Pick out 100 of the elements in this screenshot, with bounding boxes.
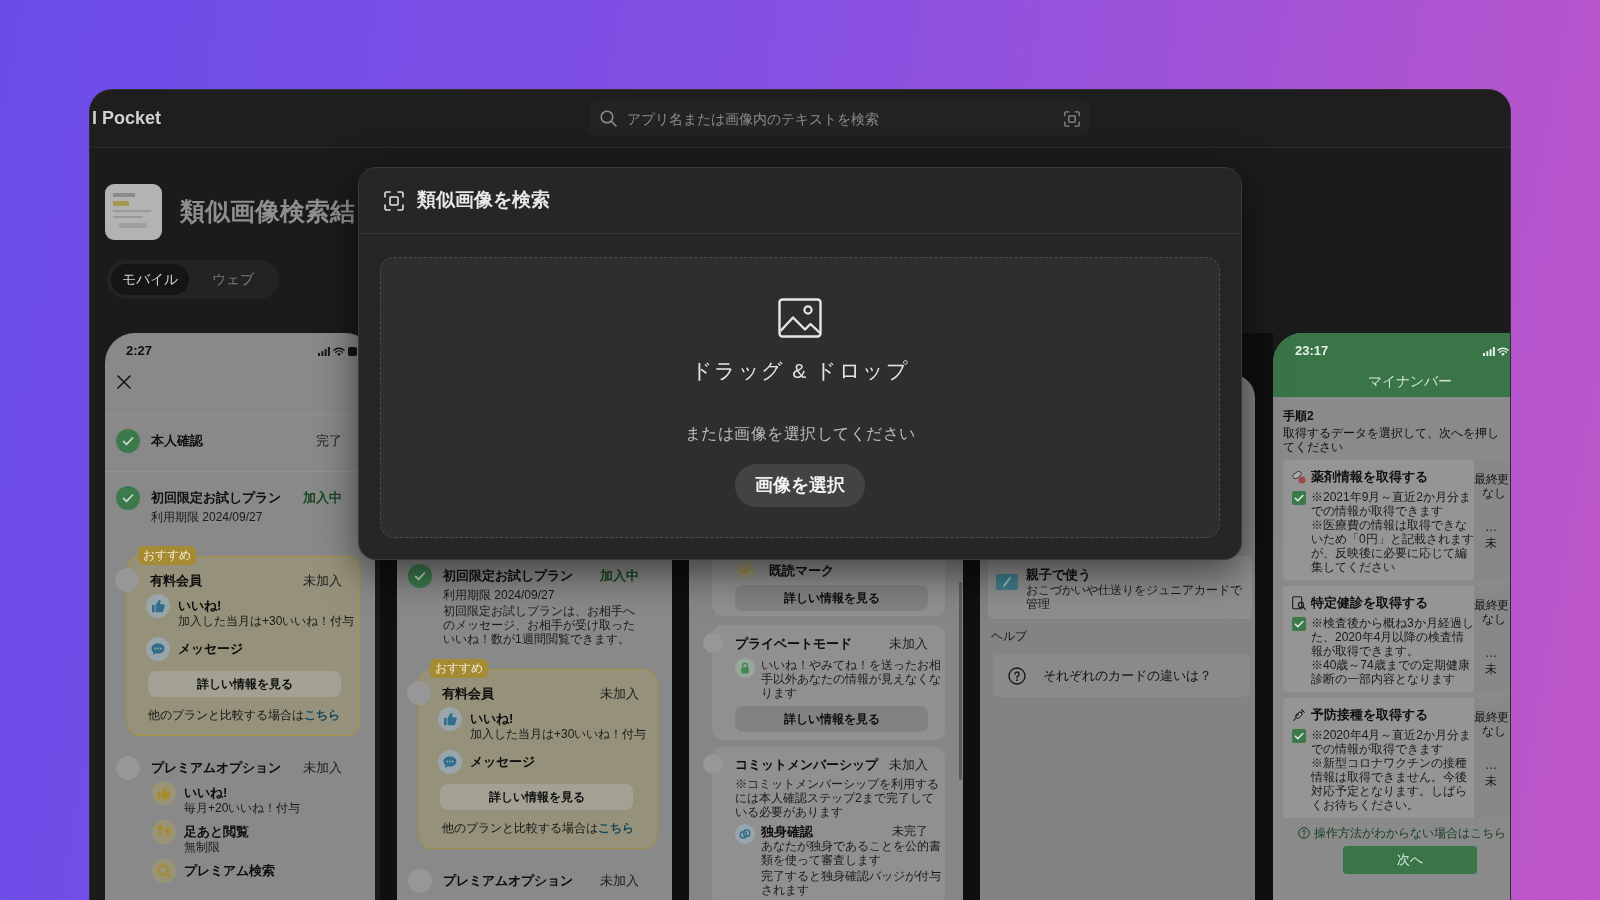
feature-title: メッセージ (178, 640, 243, 657)
thumbs-up-icon (146, 594, 170, 618)
menu-title: 親子で使う (1026, 566, 1091, 583)
last-updated-label: 最終更 (1474, 710, 1509, 724)
feature-title: 既読マーク (769, 561, 834, 579)
last-updated-label: 最終更 (1474, 598, 1509, 612)
scan-icon[interactable] (1064, 110, 1080, 127)
step-status: 完了 (316, 432, 342, 450)
step-title: 初回限定お試しプラン (443, 567, 573, 585)
details-button[interactable]: 詳しい情報を見る (440, 784, 633, 810)
option-title: 薬剤情報を取得する (1311, 468, 1428, 485)
feature-note: 加入した当月は+30いいね！付与 (470, 727, 647, 742)
menu-card[interactable]: 親子で使う おこづかいや仕送りをジュニアカードで管理 (988, 556, 1252, 619)
search-field[interactable]: アプリ名または画像内のテキストを検索 (589, 100, 1090, 137)
status-time: 23:17 (1295, 342, 1329, 361)
document-search-icon (1292, 595, 1306, 610)
checkbox[interactable] (1292, 617, 1306, 631)
thumbs-up-icon (152, 781, 176, 805)
step-title: 初回限定お試しプラン (151, 489, 281, 507)
more-text: … (1485, 758, 1497, 772)
drop-hint: または画像を選択してください (684, 424, 916, 444)
step-note: 利用期限 2024/09/27 (151, 510, 263, 525)
feature-title: いいね! (178, 597, 222, 614)
step-title: 本人確認 (151, 432, 203, 450)
details-button[interactable]: 詳しい情報を見る (735, 585, 928, 611)
feature-status: 未完了 (892, 824, 928, 839)
option-title: 予防接種を取得する (1311, 706, 1428, 723)
compare-text: 他のプランと比較する場合はこちら (441, 821, 635, 836)
plan-title: プライベートモード (735, 635, 852, 652)
checkbox[interactable] (1292, 729, 1306, 743)
plan-status: 未加入 (889, 756, 928, 773)
feature-note: 毎月+20いいね！付与 (184, 801, 301, 816)
feature-title: 独身確認 (761, 824, 813, 839)
checkbox[interactable] (1292, 491, 1306, 505)
feature-title: 足あと閲覧 (184, 823, 249, 840)
more-text: … (1485, 520, 1497, 534)
tab[interactable]: ウェブ (201, 264, 265, 295)
last-updated-value: なし (1482, 486, 1506, 500)
app-thumbnail (105, 184, 162, 240)
tab[interactable]: モバイル (111, 264, 189, 295)
magnifier-icon (152, 859, 176, 883)
fetch-status: 未 (1485, 536, 1497, 550)
last-updated-value: なし (1482, 724, 1506, 738)
plan-status: 未加入 (303, 759, 342, 777)
option-note: ※検査後から概ね3か月経過した、2020年4月以降の検査情報が取得できます。 (1311, 616, 1474, 658)
drop-title: ドラッグ & ドロップ (690, 358, 910, 384)
chat-bubble-icon (438, 750, 462, 774)
step-status: 加入中 (303, 489, 342, 507)
last-updated-label: 最終更 (1474, 472, 1509, 486)
details-button[interactable]: 詳しい情報を見る (148, 671, 341, 697)
recommend-badge: おすすめ (430, 659, 488, 678)
feature-note: 完了すると独身確認バッジが付与されます (761, 869, 942, 897)
plan-status: 未加入 (303, 572, 342, 590)
pill-icon (1292, 469, 1306, 484)
feature-title: いいね! (470, 710, 514, 727)
feature-text: いいね！やみてね！を送ったお相手以外あなたの情報が見えなくなります (761, 658, 942, 700)
close-icon[interactable] (117, 375, 131, 389)
plan-status: 未加入 (889, 635, 928, 652)
scan-icon (384, 190, 404, 211)
signal-icon (318, 346, 330, 356)
section-label: ヘルプ (991, 629, 1027, 644)
wifi-icon (333, 346, 345, 356)
menu-note: おこづかいや仕送りをジュニアカードで管理 (1026, 583, 1243, 611)
option-note: ※医療費の情報は取得できないため「0円」と記載されますが、反映後に必要に応じて編集してください (1311, 518, 1474, 574)
compare-link[interactable]: こちら (598, 821, 634, 835)
recommend-badge: おすすめ (138, 546, 196, 565)
battery-icon (348, 346, 357, 356)
fetch-status: 未 (1485, 774, 1497, 788)
help-link[interactable]: 操作方法がわからない場合はこちら (1313, 826, 1506, 840)
next-button[interactable]: 次へ (1343, 846, 1477, 874)
brand-logo[interactable]: I Pocket (92, 105, 162, 132)
plan-title: プレミアムオプション (151, 759, 281, 777)
compare-link[interactable]: こちら (303, 708, 340, 722)
drop-zone[interactable]: ドラッグ & ドロップ または画像を選択してください 画像を選択 (380, 257, 1220, 538)
page-title: 類似画像検索結 (180, 196, 355, 228)
wifi-icon (1497, 346, 1509, 356)
step-note: 利用期限 2024/09/27 (443, 588, 555, 603)
feature-title: プレミアム検索 (184, 862, 275, 879)
details-button[interactable]: 詳しい情報を見る (735, 706, 928, 732)
plan-status: 未加入 (600, 872, 639, 890)
feature-text: あなたが独身であることを公的書類を使って審査します (761, 839, 942, 867)
chat-bubble-icon (146, 637, 170, 661)
feature-note: 加入した当月は+30いいね！付与 (178, 614, 355, 629)
step-description: 初回限定お試しプランは、お相手へのメッセージ、お相手が受け取ったいいね！数が1週間閲覧できます。 (443, 604, 636, 646)
option-title: 特定健診を取得する (1311, 594, 1428, 611)
signal-icon (1483, 346, 1495, 356)
image-icon (778, 298, 822, 338)
double-check-icon (737, 561, 755, 579)
instruction-text: 取得するデータを選択して、次へを押してください (1283, 426, 1500, 454)
option-note: ※2021年9月～直近2か月分までの情報が取得できます (1311, 490, 1473, 518)
help-item[interactable]: それぞれのカードの違いは？ (993, 654, 1250, 697)
compare-text: 他のプランと比較する場合はこちら (146, 708, 341, 723)
screen-title: マイナンバー (1368, 372, 1452, 391)
card-icon (996, 574, 1018, 590)
feature-title: いいね! (184, 784, 228, 801)
step-status: 加入中 (600, 567, 639, 585)
select-image-button[interactable]: 画像を選択 (735, 464, 865, 507)
rings-icon (735, 824, 755, 844)
thumbs-up-icon (438, 707, 462, 731)
plan-note: ※コミットメンバーシップを利用するには本人確認ステップ2まで完了している必要があります (735, 777, 940, 819)
